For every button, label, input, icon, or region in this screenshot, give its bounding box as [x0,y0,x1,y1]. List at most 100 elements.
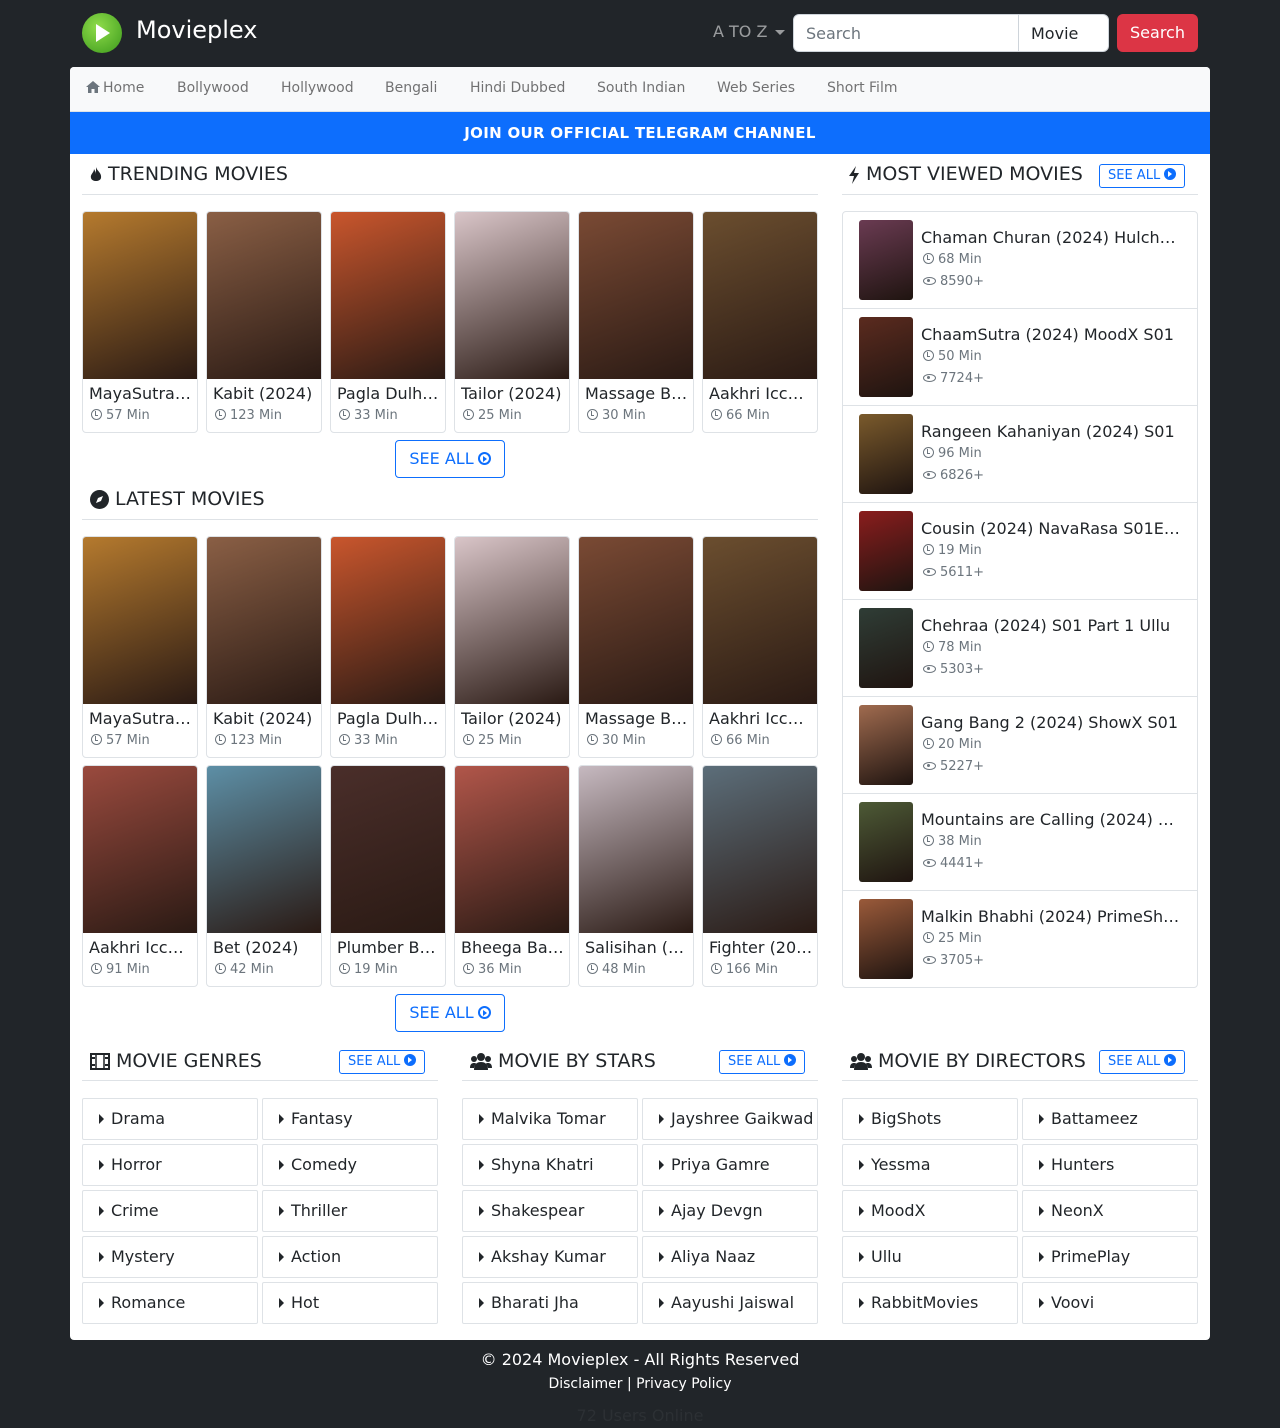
nav-web-series[interactable]: Web Series [717,80,795,96]
star-link[interactable]: Jayshree Gaikwad [642,1098,818,1140]
movie-title[interactable]: Salisihan (2024) [585,938,689,957]
movie-title[interactable]: Pagla Dulha (2024) [337,709,441,728]
movie-card[interactable]: Kabit (2024) 123 Min [206,536,322,758]
star-link[interactable]: Akshay Kumar [462,1236,638,1278]
search-button[interactable]: Search [1117,14,1198,52]
movie-poster[interactable] [331,766,445,933]
movie-poster[interactable] [455,766,569,933]
genre-link[interactable]: Fantasy [262,1098,438,1140]
director-link[interactable]: RabbitMovies [842,1282,1018,1324]
most-viewed-title[interactable]: Mountains are Calling (2024) S01 [921,810,1183,829]
most-viewed-see-all-button[interactable]: SEE ALL [1099,164,1186,188]
movie-title[interactable]: Aakhri Iccha (2024) [709,709,813,728]
star-link[interactable]: Priya Gamre [642,1144,818,1186]
movie-title[interactable]: Kabit (2024) [213,384,317,403]
search-type-select[interactable]: Movie [1018,14,1109,52]
genres-see-all-button[interactable]: SEE ALL [339,1050,426,1074]
stars-see-all-button[interactable]: SEE ALL [719,1050,806,1074]
director-link[interactable]: Ullu [842,1236,1018,1278]
movie-poster[interactable] [207,766,321,933]
movie-card[interactable]: Pagla Dulha (2024) 33 Min [330,211,446,433]
movie-poster[interactable] [455,537,569,704]
movie-title[interactable]: Tailor (2024) [461,709,565,728]
star-link[interactable]: Shyna Khatri [462,1144,638,1186]
most-viewed-title[interactable]: Gang Bang 2 (2024) ShowX S01 [921,713,1183,732]
director-link[interactable]: PrimePlay [1022,1236,1198,1278]
movie-poster[interactable] [83,537,197,704]
star-link[interactable]: Bharati Jha [462,1282,638,1324]
genre-link[interactable]: Thriller [262,1190,438,1232]
movie-title[interactable]: Pagla Dulha (2024) [337,384,441,403]
star-link[interactable]: Ajay Devgn [642,1190,818,1232]
movie-poster[interactable] [703,766,817,933]
most-viewed-poster[interactable] [859,414,913,494]
brand-name[interactable]: Movieplex [136,16,257,44]
movie-card[interactable]: Aakhri Iccha (2024) 66 Min [702,211,818,433]
genre-link[interactable]: Horror [82,1144,258,1186]
movie-card[interactable]: Aakhri Iccha (2024) 66 Min [702,536,818,758]
movie-card[interactable]: Massage Boy (2024) 30 Min [578,211,694,433]
most-viewed-title[interactable]: Rangeen Kahaniyan (2024) S01 [921,422,1183,441]
most-viewed-item[interactable]: Cousin (2024) NavaRasa S01E01 19 Min 5611+ [843,503,1197,600]
nav-home[interactable]: Home [86,80,144,96]
movie-poster[interactable] [579,212,693,379]
disclaimer-link[interactable]: Disclaimer [548,1376,622,1392]
most-viewed-item[interactable]: Mountains are Calling (2024) S01 38 Min 44… [843,794,1197,891]
director-link[interactable]: Hunters [1022,1144,1198,1186]
movie-title[interactable]: Bet (2024) [213,938,317,957]
director-link[interactable]: MoodX [842,1190,1018,1232]
movie-title[interactable]: Massage Boy (2024) [585,384,689,403]
nav-bengali[interactable]: Bengali [385,80,437,96]
movie-title[interactable]: Fighter (2024) [709,938,813,957]
movie-title[interactable]: Aakhri Iccha (2024) [709,384,813,403]
most-viewed-poster[interactable] [859,705,913,785]
nav-bollywood[interactable]: Bollywood [177,80,249,96]
movie-card[interactable]: Massage Boy (2024) 30 Min [578,536,694,758]
star-link[interactable]: Aliya Naaz [642,1236,818,1278]
most-viewed-item[interactable]: Chehraa (2024) S01 Part 1 Ullu 78 Min 5303… [843,600,1197,697]
movie-poster[interactable] [83,212,197,379]
movie-poster[interactable] [331,212,445,379]
most-viewed-title[interactable]: ChaamSutra (2024) MoodX S01 [921,325,1183,344]
movie-title[interactable]: Tailor (2024) [461,384,565,403]
movie-title[interactable]: Massage Boy (2024) [585,709,689,728]
genre-link[interactable]: Mystery [82,1236,258,1278]
movie-card[interactable]: Salisihan (2024) 48 Min [578,765,694,987]
genre-link[interactable]: Comedy [262,1144,438,1186]
movie-poster[interactable] [703,212,817,379]
most-viewed-item[interactable]: Rangeen Kahaniyan (2024) S01 96 Min 6826+ [843,406,1197,503]
nav-short-film[interactable]: Short Film [827,80,897,96]
director-link[interactable]: Battameez [1022,1098,1198,1140]
movie-poster[interactable] [83,766,197,933]
movie-card[interactable]: MayaSutra (2024) 57 Min [82,211,198,433]
most-viewed-item[interactable]: Malkin Bhabhi (2024) PrimeShots S02 25 Mi… [843,891,1197,988]
genre-link[interactable]: Action [262,1236,438,1278]
logo-play-icon[interactable] [82,13,122,53]
movie-card[interactable]: Fighter (2024) 166 Min [702,765,818,987]
latest-see-all-button[interactable]: SEE ALL [395,994,505,1032]
most-viewed-item[interactable]: Chaman Churan (2024) Hulchul S01 68 Min 85… [843,212,1197,309]
genre-link[interactable]: Romance [82,1282,258,1324]
director-link[interactable]: BigShots [842,1098,1018,1140]
movie-title[interactable]: MayaSutra (2024) [89,384,193,403]
movie-poster[interactable] [207,537,321,704]
movie-card[interactable]: Bet (2024) 42 Min [206,765,322,987]
movie-poster[interactable] [579,766,693,933]
most-viewed-title[interactable]: Malkin Bhabhi (2024) PrimeShots S02 [921,907,1183,926]
privacy-policy-link[interactable]: Privacy Policy [636,1376,731,1392]
most-viewed-title[interactable]: Chaman Churan (2024) Hulchul S01 [921,228,1183,247]
movie-poster[interactable] [331,537,445,704]
movie-poster[interactable] [579,537,693,704]
nav-south-indian[interactable]: South Indian [597,80,685,96]
star-link[interactable]: Aayushi Jaiswal [642,1282,818,1324]
most-viewed-title[interactable]: Cousin (2024) NavaRasa S01E01 [921,519,1183,538]
movie-card[interactable]: Kabit (2024) 123 Min [206,211,322,433]
nav-hollywood[interactable]: Hollywood [281,80,354,96]
movie-card[interactable]: Tailor (2024) 25 Min [454,211,570,433]
most-viewed-poster[interactable] [859,802,913,882]
movie-card[interactable]: Plumber Boy (2024) 19 Min [330,765,446,987]
movie-title[interactable]: Kabit (2024) [213,709,317,728]
most-viewed-item[interactable]: ChaamSutra (2024) MoodX S01 50 Min 7724+ [843,309,1197,406]
movie-title[interactable]: Aakhri Iccha (2024) [89,938,193,957]
most-viewed-poster[interactable] [859,317,913,397]
